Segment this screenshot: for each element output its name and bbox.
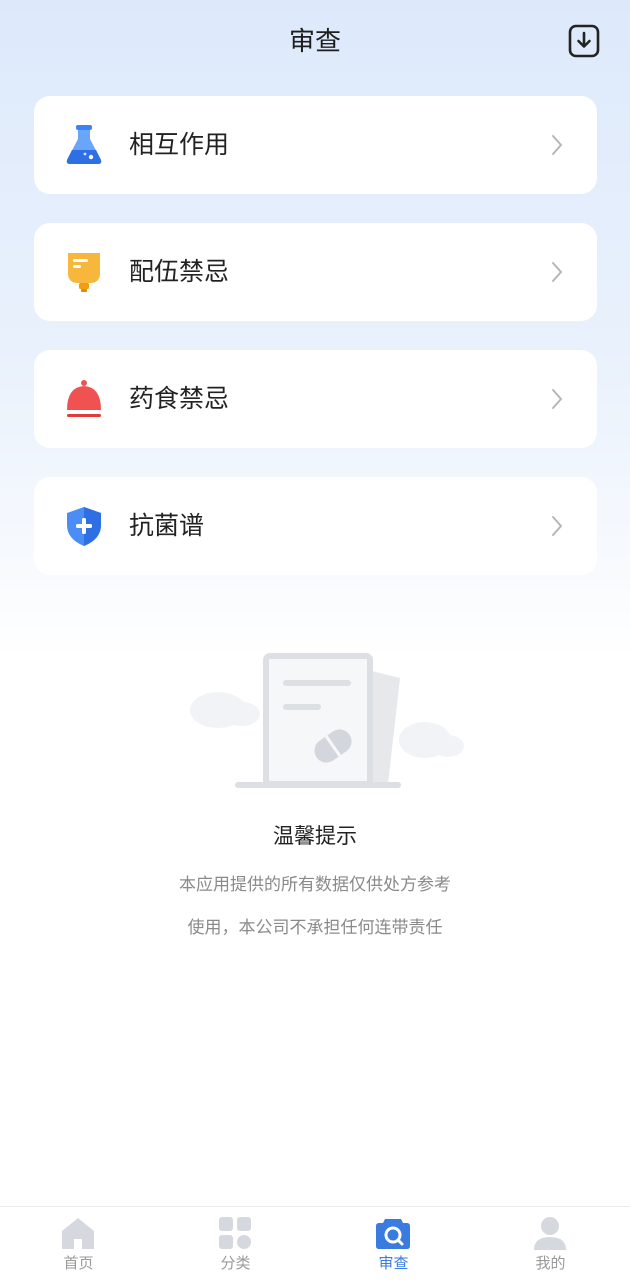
chevron-right-icon (552, 516, 562, 536)
card-incompatibility[interactable]: 配伍禁忌 (34, 223, 597, 321)
chevron-right-icon (552, 135, 562, 155)
notice-title: 温馨提示 (273, 824, 357, 848)
user-icon (534, 1217, 566, 1250)
card-food-drug[interactable]: 药食禁忌 (34, 350, 597, 448)
tab-label: 审查 (378, 1254, 409, 1272)
chevron-right-icon (552, 389, 562, 409)
tab-review[interactable]: 审查 (315, 1207, 472, 1281)
bell-food-cover-icon (67, 380, 101, 417)
tab-label: 分类 (220, 1254, 251, 1272)
card-label: 相互作用 (129, 130, 230, 159)
tab-label: 我的 (535, 1254, 566, 1272)
flask-icon (66, 125, 102, 164)
review-icon (376, 1219, 410, 1249)
notice-line-1: 本应用提供的所有数据仅供处方参考 (179, 875, 451, 895)
tab-category[interactable]: 分类 (157, 1207, 314, 1281)
iv-bag-icon (68, 253, 100, 292)
card-interaction[interactable]: 相互作用 (34, 96, 597, 194)
tab-mine[interactable]: 我的 (472, 1207, 629, 1281)
chevron-right-icon (552, 262, 562, 282)
notice-line-2: 使用，本公司不承担任何连带责任 (187, 918, 443, 938)
grid-icon (219, 1217, 251, 1249)
bottom-tab-bar: 首页 分类 审查 我的 (0, 1206, 630, 1281)
home-icon (62, 1218, 94, 1249)
card-antibacterial-spectrum[interactable]: 抗菌谱 (34, 477, 597, 575)
tab-home[interactable]: 首页 (0, 1207, 157, 1281)
top-bar: 审查 (0, 0, 630, 84)
document-pill-illustration (190, 653, 464, 788)
download-icon (568, 24, 600, 58)
download-button[interactable] (568, 24, 600, 58)
card-label: 配伍禁忌 (129, 257, 230, 286)
tab-label: 首页 (63, 1254, 94, 1272)
card-label: 药食禁忌 (129, 384, 230, 413)
shield-plus-icon (67, 507, 101, 546)
page-title: 审查 (288, 27, 341, 57)
card-label: 抗菌谱 (129, 511, 205, 540)
